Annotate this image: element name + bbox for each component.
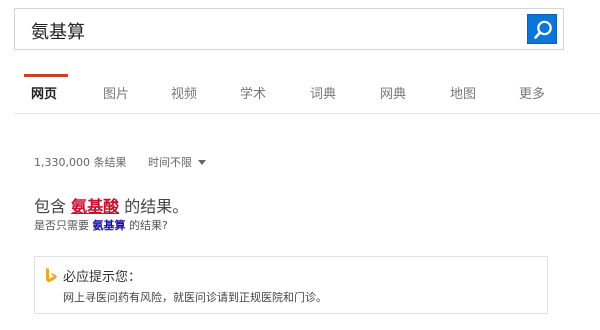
suggestion-prefix: 包含 [34, 197, 67, 216]
search-bar: 氨基算 [14, 8, 564, 50]
tab-videos[interactable]: 视频 [171, 83, 197, 102]
corrected-query-link[interactable]: 氨基酸 [71, 197, 119, 216]
tab-wangdian[interactable]: 网典 [380, 83, 406, 102]
tip-text: 网上寻医问药有风险，就医问诊请到正规医院和门诊。 [63, 291, 327, 304]
tip-title: 必应提示您： [63, 270, 142, 285]
search-button[interactable] [527, 14, 557, 44]
tab-dictionary[interactable]: 词典 [310, 83, 336, 102]
original-query-link[interactable]: 氨基算 [93, 219, 126, 232]
spelling-suggestion: 包含 氨基酸 的结果。 [34, 193, 188, 217]
suggestion-suffix: 的结果。 [124, 197, 189, 216]
active-tab-indicator [24, 74, 68, 77]
nav-tabs: 网页 图片 视频 学术 词典 网典 地图 更多 [0, 68, 600, 114]
original-query-prompt: 是否只需要 氨基算 的结果? [34, 217, 168, 233]
nav-divider [14, 113, 600, 114]
time-filter-label: 时间不限 [148, 156, 192, 169]
alt-prefix: 是否只需要 [34, 219, 89, 232]
tab-web[interactable]: 网页 [31, 83, 57, 102]
search-input[interactable]: 氨基算 [31, 18, 85, 44]
bing-tip-box: 必应提示您： 网上寻医问药有风险，就医问诊请到正规医院和门诊。 [34, 256, 548, 314]
tab-maps[interactable]: 地图 [450, 83, 476, 102]
caret-down-icon [198, 160, 206, 165]
time-filter-dropdown[interactable]: 时间不限 [148, 154, 206, 170]
bing-logo-icon [46, 268, 57, 283]
search-icon [534, 20, 552, 39]
tab-academic[interactable]: 学术 [240, 83, 266, 102]
result-count: 1,330,000 条结果 [34, 156, 127, 169]
tab-images[interactable]: 图片 [103, 83, 129, 102]
tab-more[interactable]: 更多 [519, 83, 545, 102]
alt-suffix: 的结果? [129, 219, 168, 232]
